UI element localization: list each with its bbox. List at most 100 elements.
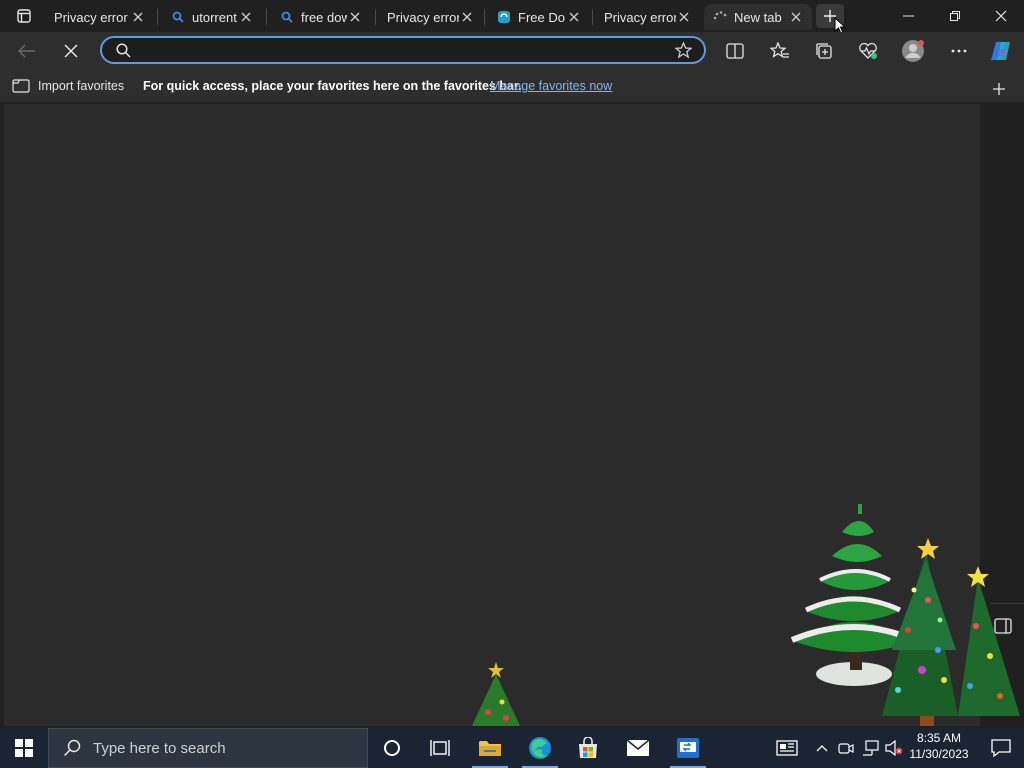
profile-button[interactable] bbox=[898, 36, 928, 66]
close-tab-icon[interactable] bbox=[130, 9, 146, 25]
heart-pulse-icon bbox=[859, 42, 877, 59]
search-icon bbox=[63, 739, 81, 757]
add-favorite-star-icon[interactable] bbox=[674, 41, 693, 64]
search-placeholder: Type here to search bbox=[93, 739, 226, 757]
show-hidden-icons-button[interactable] bbox=[812, 728, 832, 768]
meet-now-icon bbox=[838, 743, 854, 754]
tab-title: Free Do bbox=[518, 9, 565, 25]
task-view-button[interactable] bbox=[416, 728, 464, 768]
address-input[interactable] bbox=[138, 41, 662, 61]
tab-title: utorrent bbox=[192, 9, 237, 25]
taskbar: Type here to search 8:35 AM 11/30/2023 bbox=[0, 728, 1024, 768]
remote-app-taskbar-button[interactable] bbox=[664, 728, 712, 768]
copilot-button[interactable] bbox=[986, 36, 1016, 66]
network-button[interactable] bbox=[860, 728, 882, 768]
back-button[interactable] bbox=[12, 36, 42, 66]
import-favorites-label: Import favorites bbox=[38, 79, 125, 93]
close-window-button[interactable] bbox=[978, 0, 1024, 32]
tab-title: Privacy error bbox=[54, 9, 128, 25]
tab-divider bbox=[592, 9, 593, 25]
tab-privacy-error-2[interactable]: Privacy error bbox=[379, 4, 483, 30]
plus-icon[interactable] bbox=[992, 82, 1006, 96]
split-screen-icon bbox=[726, 43, 744, 59]
file-explorer-taskbar-button[interactable] bbox=[466, 728, 514, 768]
browser-essentials-button[interactable] bbox=[853, 36, 883, 66]
tab-divider bbox=[266, 9, 267, 25]
lighted-tree-decoration bbox=[882, 538, 958, 726]
chevron-up-icon bbox=[816, 745, 828, 752]
taskbar-clock[interactable]: 8:35 AM 11/30/2023 bbox=[905, 730, 973, 766]
favorites-bar-message: For quick access, place your favorites h… bbox=[143, 79, 522, 93]
search-icon bbox=[279, 9, 295, 25]
loading-spinner-icon bbox=[712, 9, 728, 25]
minimize-button[interactable] bbox=[886, 0, 932, 32]
arrow-left-icon bbox=[18, 44, 35, 58]
tab-privacy-error-1[interactable]: Privacy error bbox=[46, 4, 154, 30]
close-tab-icon[interactable] bbox=[347, 9, 363, 25]
volume-button[interactable] bbox=[884, 728, 904, 768]
close-tab-icon[interactable] bbox=[459, 9, 475, 25]
avatar-icon bbox=[902, 40, 924, 62]
microsoft-store-button[interactable] bbox=[564, 728, 612, 768]
split-screen-button[interactable] bbox=[720, 36, 750, 66]
news-widget-button[interactable] bbox=[772, 728, 802, 768]
close-tab-icon[interactable] bbox=[566, 9, 582, 25]
tab-title: New tab bbox=[734, 9, 782, 25]
mail-envelope-icon bbox=[626, 739, 650, 756]
tab-utorrent[interactable]: utorrent bbox=[162, 4, 262, 30]
clock-time: 8:35 AM bbox=[916, 731, 962, 745]
search-icon bbox=[116, 43, 131, 63]
clock-date: 11/30/2023 bbox=[909, 747, 969, 761]
collections-button[interactable] bbox=[809, 36, 839, 66]
address-bar[interactable] bbox=[100, 36, 706, 64]
tab-new-tab[interactable]: New tab bbox=[704, 4, 812, 30]
tab-free-download[interactable]: Free Do bbox=[488, 4, 590, 30]
tab-privacy-error-3[interactable]: Privacy error bbox=[596, 4, 700, 30]
tab-title: Privacy error bbox=[604, 9, 676, 25]
tiny-tree-decoration bbox=[472, 662, 520, 726]
browser-toolbar bbox=[0, 32, 1024, 70]
edge-taskbar-button[interactable] bbox=[516, 728, 564, 768]
close-tab-icon[interactable] bbox=[788, 9, 804, 25]
restore-button[interactable] bbox=[932, 0, 978, 32]
mail-button[interactable] bbox=[614, 728, 662, 768]
folder-icon bbox=[479, 741, 501, 756]
volume-muted-icon bbox=[885, 740, 903, 756]
close-tab-icon[interactable] bbox=[676, 9, 692, 25]
windows-logo-icon bbox=[15, 739, 33, 757]
settings-more-button[interactable] bbox=[944, 36, 974, 66]
edge-page-icon bbox=[496, 9, 512, 25]
collections-icon bbox=[816, 43, 832, 59]
tab-strip: Privacy error utorrent free dow Privacy … bbox=[0, 0, 1024, 35]
import-favorites-icon bbox=[12, 79, 30, 93]
remote-desktop-icon bbox=[677, 738, 699, 758]
tab-divider bbox=[157, 9, 158, 25]
tab-divider bbox=[375, 9, 376, 25]
tab-title: Privacy error bbox=[387, 9, 459, 25]
lighted-tree-small-decoration bbox=[958, 566, 1020, 716]
more-dots-icon bbox=[951, 49, 967, 53]
favorites-button[interactable] bbox=[765, 36, 795, 66]
tab-title: free dow bbox=[301, 9, 347, 25]
tab-divider bbox=[484, 9, 485, 25]
notification-icon bbox=[991, 739, 1011, 757]
start-button[interactable] bbox=[0, 728, 48, 768]
edge-browser-icon bbox=[529, 737, 551, 759]
import-favorites-button[interactable]: Import favorites bbox=[12, 77, 124, 95]
notification-center-button[interactable] bbox=[978, 728, 1024, 768]
close-tab-icon[interactable] bbox=[238, 9, 254, 25]
tab-actions-icon[interactable] bbox=[10, 7, 38, 25]
close-icon bbox=[64, 44, 78, 58]
favorites-bar: Import favorites For quick access, place… bbox=[0, 70, 1024, 102]
meet-now-button[interactable] bbox=[836, 728, 856, 768]
copilot-icon bbox=[991, 42, 1010, 60]
taskbar-search-box[interactable]: Type here to search bbox=[48, 728, 368, 768]
cortana-button[interactable] bbox=[368, 728, 416, 768]
task-view-icon bbox=[430, 740, 450, 756]
cortana-circle-icon bbox=[384, 740, 400, 756]
favorites-star-icon bbox=[770, 42, 789, 58]
manage-favorites-link[interactable]: Manage favorites now bbox=[490, 79, 612, 93]
stop-loading-button[interactable] bbox=[56, 36, 86, 66]
tab-free-download-search[interactable]: free dow bbox=[271, 4, 371, 30]
search-icon bbox=[170, 9, 186, 25]
